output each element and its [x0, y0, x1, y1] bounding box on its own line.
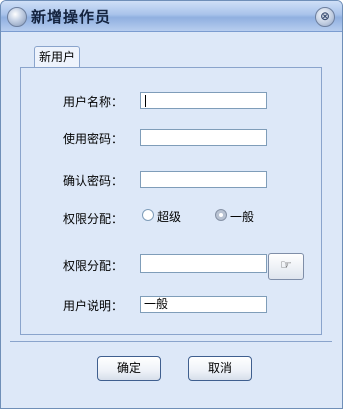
ok-button[interactable]: 确定 [97, 356, 161, 381]
password-input[interactable] [140, 129, 267, 146]
text-caret [145, 95, 146, 107]
close-button[interactable]: ⊗ [315, 7, 335, 27]
radio-normal-label[interactable]: 一般 [230, 208, 254, 225]
cancel-button[interactable]: 取消 [188, 356, 252, 381]
app-icon [7, 7, 27, 27]
username-input[interactable] [140, 92, 267, 109]
permission-label: 权限分配： [63, 212, 124, 226]
button-area [10, 341, 332, 398]
radio-normal[interactable] [215, 209, 227, 221]
radio-super[interactable] [142, 209, 154, 221]
confirm-password-label: 确认密码： [63, 174, 124, 188]
radio-super-label[interactable]: 超级 [157, 208, 181, 225]
permission-assign-input[interactable] [140, 254, 267, 273]
permission-picker-button[interactable]: ☞ [268, 253, 304, 280]
hand-pointer-icon: ☞ [280, 258, 292, 273]
password-label: 使用密码： [63, 132, 124, 146]
tab-new-user[interactable]: 新用户 [34, 46, 81, 67]
confirm-password-input[interactable] [140, 171, 267, 188]
permission-assign-label: 权限分配： [63, 259, 124, 273]
title-bar[interactable]: 新增操作员 ⊗ [1, 1, 342, 32]
description-input[interactable]: 一般 [140, 296, 267, 313]
window-title: 新增操作员 [31, 8, 112, 26]
username-label: 用户名称： [63, 95, 124, 109]
dialog-window: 新增操作员 ⊗ 新用户 用户名称： 使用密码： 确认密码： 权限分配： 超级 一… [0, 0, 343, 409]
description-label: 用户说明： [63, 299, 124, 313]
